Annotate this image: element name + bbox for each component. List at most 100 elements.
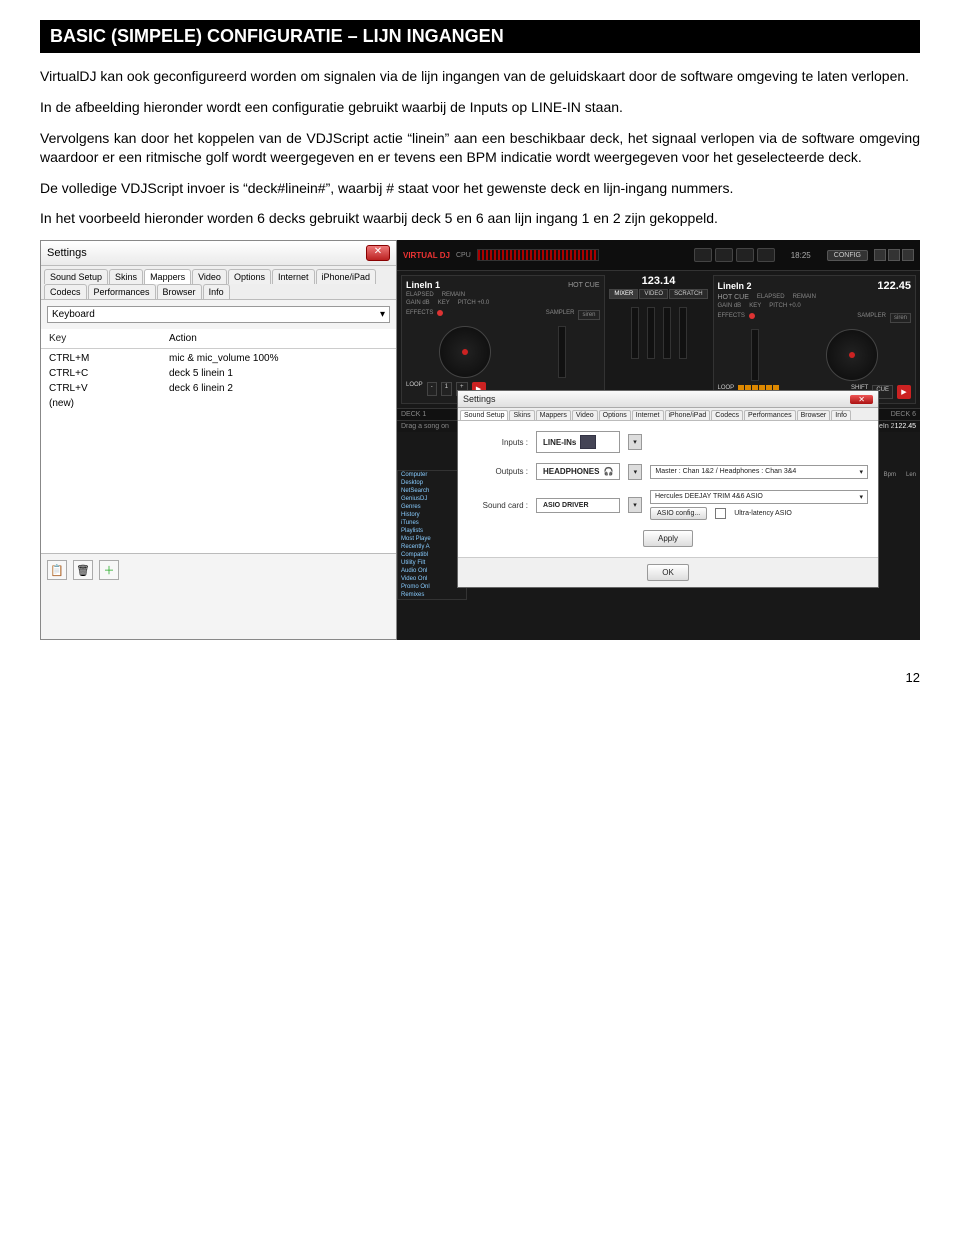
vol-slider[interactable] (631, 307, 639, 359)
config-button[interactable]: CONFIG (827, 250, 868, 261)
mapper-device-dropdown[interactable]: Keyboard ▾ (47, 306, 390, 323)
settings-window: Settings ✕ Sound Setup Skins Mappers Vid… (40, 240, 397, 640)
table-row[interactable]: CTRL+M mic & mic_volume 100% (41, 351, 396, 366)
tab-iphone[interactable]: iPhone/iPad (665, 410, 711, 420)
browser-item[interactable]: iTunes (398, 519, 466, 527)
tab-performances[interactable]: Performances (88, 284, 156, 299)
loop-box[interactable]: 1 (441, 382, 452, 396)
apply-button[interactable]: Apply (643, 530, 693, 547)
table-row[interactable]: (new) (41, 396, 396, 411)
browser-item[interactable]: Most Playe (398, 535, 466, 543)
pitch-slider[interactable] (558, 326, 566, 378)
deck-left-title: LineIn 1 (406, 280, 440, 290)
tab-internet[interactable]: Internet (272, 269, 315, 284)
delete-button[interactable]: 🗑 (73, 560, 93, 580)
browser-item[interactable]: History (398, 511, 466, 519)
tab-browser[interactable]: Browser (797, 410, 831, 420)
browser-item[interactable]: Audio Onl (398, 567, 466, 575)
close-icon[interactable] (902, 249, 914, 261)
tab-info[interactable]: Info (203, 284, 230, 299)
chevron-down-icon[interactable]: ▾ (628, 434, 642, 450)
table-row[interactable]: CTRL+C deck 5 linein 1 (41, 366, 396, 381)
tab-mappers[interactable]: Mappers (144, 269, 191, 284)
browser-item[interactable]: Utility Filt (398, 559, 466, 567)
browser-item[interactable]: Playlists (398, 527, 466, 535)
mode-mixer[interactable]: MIXER (609, 289, 638, 299)
deck-right-title: LineIn 2 (718, 281, 752, 291)
col-bpm: Bpm (884, 472, 896, 478)
play-button[interactable]: ▶ (897, 385, 911, 399)
maximize-icon[interactable] (888, 249, 900, 261)
tab-sound-setup[interactable]: Sound Setup (460, 410, 508, 420)
ultra-latency-checkbox[interactable] (715, 508, 726, 519)
tab-mappers[interactable]: Mappers (536, 410, 571, 420)
tab-options[interactable]: Options (599, 410, 631, 420)
browser-item[interactable]: Desktop (398, 479, 466, 487)
tab-video[interactable]: Video (572, 410, 598, 420)
cpu-meter (477, 249, 599, 261)
chevron-down-icon[interactable]: ▾ (628, 464, 642, 480)
header-monitor-icon[interactable] (715, 248, 733, 262)
browser-item[interactable]: Promo Onl (398, 583, 466, 591)
browser-item[interactable]: Genres (398, 503, 466, 511)
vol-slider[interactable] (663, 307, 671, 359)
cell-key: (new) (49, 398, 169, 409)
asio-device-field[interactable]: Hercules DEEJAY TRIM 4&6 ASIO ▾ (650, 490, 868, 504)
sub-remain: REMAIN (793, 294, 816, 301)
asio-config-button[interactable]: ASIO config... (650, 507, 707, 520)
chevron-down-icon[interactable]: ▾ (628, 497, 642, 513)
loop-box[interactable]: - (427, 382, 437, 396)
tab-video[interactable]: Video (192, 269, 227, 284)
tab-performances[interactable]: Performances (744, 410, 796, 420)
inputs-selector[interactable]: LINE-INs (536, 431, 620, 453)
paragraph-5: In het voorbeeld hieronder worden 6 deck… (40, 209, 920, 228)
soundcard-selector[interactable]: ASIO DRIVER (536, 498, 620, 513)
close-icon[interactable]: ✕ (366, 245, 390, 261)
tab-skins[interactable]: Skins (109, 269, 143, 284)
tab-options[interactable]: Options (228, 269, 271, 284)
tab-codecs[interactable]: Codecs (44, 284, 87, 299)
sub-elapsed: ELAPSED (757, 294, 785, 301)
deck-right: LineIn 2 122.45 HOT CUE ELAPSED REMAIN G… (713, 275, 917, 404)
copy-button[interactable]: 📋 (47, 560, 67, 580)
browser-item[interactable]: Computer (398, 471, 466, 479)
vol-slider[interactable] (647, 307, 655, 359)
outputs-selector[interactable]: HEADPHONES 🎧 (536, 463, 620, 480)
jog-wheel-left[interactable] (439, 326, 491, 378)
mapper-table-body: CTRL+M mic & mic_volume 100% CTRL+C deck… (41, 349, 396, 553)
outputs-channel-field[interactable]: Master : Chan 1&2 / Headphones : Chan 3&… (650, 465, 868, 479)
header-monitor-icon[interactable] (694, 248, 712, 262)
jog-wheel-right[interactable] (826, 329, 878, 381)
browser-item[interactable]: Recently A (398, 543, 466, 551)
header-monitor-icon[interactable] (757, 248, 775, 262)
close-icon[interactable]: ✕ (850, 395, 873, 404)
deck-zone: LineIn 1 HOT CUE ELAPSED REMAIN GAIN dB … (397, 271, 920, 408)
tab-skins[interactable]: Skins (509, 410, 534, 420)
browser-item[interactable]: Compatibl (398, 551, 466, 559)
browser-item[interactable]: NetSearch (398, 487, 466, 495)
tab-info[interactable]: Info (831, 410, 851, 420)
vdj-logo: VIRTUAL DJ (403, 251, 450, 260)
sampler-slot[interactable]: siren (890, 313, 911, 323)
vol-slider[interactable] (679, 307, 687, 359)
tab-internet[interactable]: Internet (632, 410, 664, 420)
browser-item[interactable]: GeniusDJ (398, 495, 466, 503)
mode-scratch[interactable]: SCRATCH (669, 289, 708, 299)
tab-iphone[interactable]: iPhone/iPad (316, 269, 377, 284)
tab-codecs[interactable]: Codecs (711, 410, 743, 420)
browser-item[interactable]: Remixes (398, 591, 466, 599)
sampler-slot[interactable]: siren (578, 310, 599, 320)
tab-sound-setup[interactable]: Sound Setup (44, 269, 108, 284)
tab-browser[interactable]: Browser (157, 284, 202, 299)
header-monitor-icon[interactable] (736, 248, 754, 262)
pitch-slider[interactable] (751, 329, 759, 381)
table-row[interactable]: CTRL+V deck 6 linein 2 (41, 381, 396, 396)
browser-item[interactable]: Video Onl (398, 575, 466, 583)
mode-video[interactable]: VIDEO (639, 289, 668, 299)
add-button[interactable]: ＋ (99, 560, 119, 580)
ok-button[interactable]: OK (647, 564, 689, 581)
minimize-icon[interactable] (874, 249, 886, 261)
sub-gain: GAIN dB (406, 300, 430, 306)
sampler-label: SAMPLER (857, 313, 886, 323)
sound-setup-dialog: Settings ✕ Sound Setup Skins Mappers Vid… (457, 390, 879, 588)
